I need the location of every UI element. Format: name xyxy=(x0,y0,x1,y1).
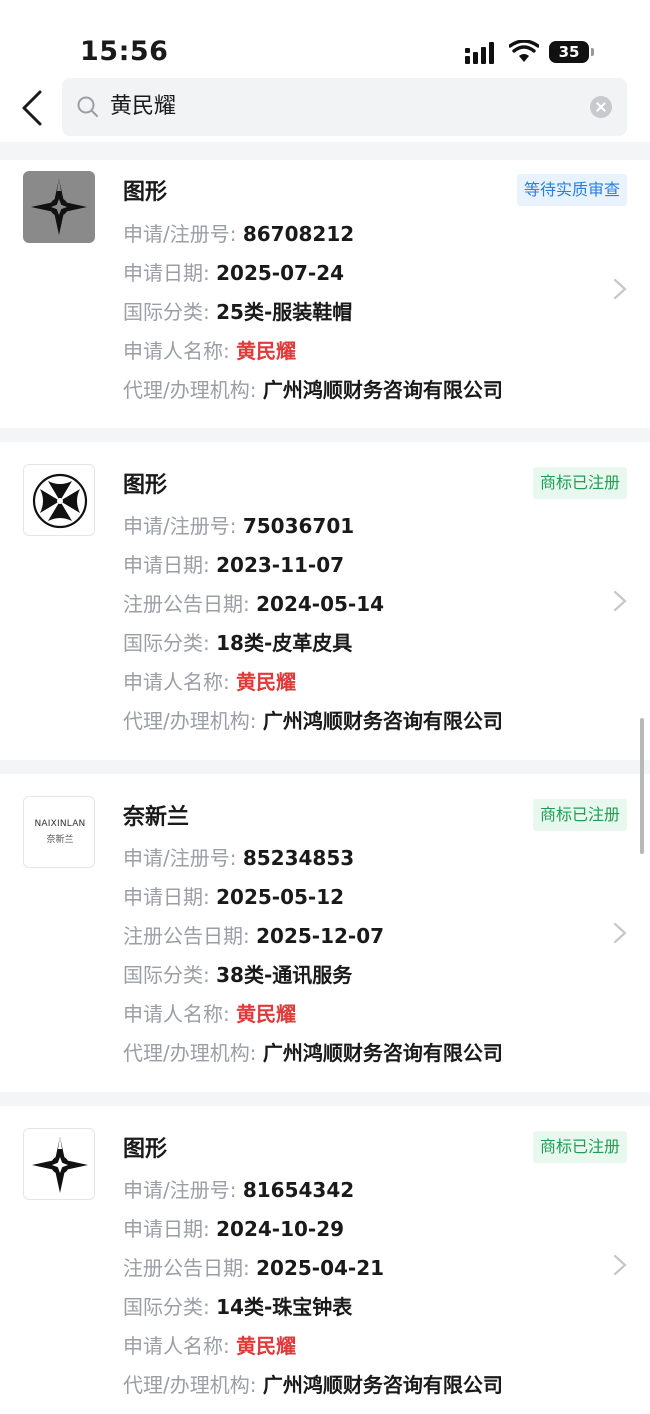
field-reg-number: 申请/注册号: 81654342 xyxy=(123,1178,355,1202)
trademark-name: 图形 xyxy=(123,473,168,498)
field-applicant: 申请人名称: 黄民耀 xyxy=(123,1334,297,1358)
card-divider xyxy=(0,760,650,774)
field-publish-date: 注册公告日期: 2025-12-07 xyxy=(123,924,385,948)
four-point-star-logo-icon xyxy=(31,179,87,235)
field-applicant: 申请人名称: 黄民耀 xyxy=(123,670,297,694)
status-icons: 35 xyxy=(465,38,595,68)
search-query[interactable]: 黄民耀 xyxy=(110,78,176,136)
field-agency: 代理/办理机构: 广州鸿顺财务咨询有限公司 xyxy=(123,1041,503,1065)
scrollbar[interactable] xyxy=(640,718,644,854)
battery-level: 35 xyxy=(558,43,580,61)
trademark-logo xyxy=(23,464,95,536)
wifi-icon xyxy=(509,40,539,62)
field-class: 国际分类: 25类-服装鞋帽 xyxy=(123,300,353,324)
trademark-logo xyxy=(23,1128,95,1200)
trademark-logo xyxy=(23,171,95,243)
battery-icon: 35 xyxy=(549,41,594,63)
field-class: 国际分类: 14类-珠宝钟表 xyxy=(123,1295,353,1319)
trademark-card[interactable]: 图形 商标已注册 申请/注册号: 81654342 申请日期: 2024-10-… xyxy=(0,1106,650,1414)
field-class: 国际分类: 38类-通讯服务 xyxy=(123,963,353,987)
trademark-name: 图形 xyxy=(123,1137,168,1162)
field-applicant: 申请人名称: 黄民耀 xyxy=(123,1002,297,1026)
chevron-right-icon[interactable] xyxy=(612,921,628,945)
trademark-name: 奈新兰 xyxy=(123,805,190,830)
status-badge: 等待实质审查 xyxy=(516,174,627,206)
status-badge: 商标已注册 xyxy=(532,1131,627,1163)
field-applicant: 申请人名称: 黄民耀 xyxy=(123,339,297,363)
logo-text-en: NAIXINLAN xyxy=(34,819,86,829)
search-header: 黄民耀 xyxy=(0,78,650,140)
field-reg-number: 申请/注册号: 86708212 xyxy=(123,222,355,246)
field-publish-date: 注册公告日期: 2024-05-14 xyxy=(123,592,385,616)
field-agency: 代理/办理机构: 广州鸿顺财务咨询有限公司 xyxy=(123,709,503,733)
field-reg-number: 申请/注册号: 75036701 xyxy=(123,514,355,538)
field-apply-date: 申请日期: 2025-07-24 xyxy=(123,261,345,285)
signal-icon xyxy=(465,42,494,64)
status-time: 15:56 xyxy=(80,36,169,67)
trademark-card[interactable]: 图形 商标已注册 申请/注册号: 75036701 申请日期: 2023-11-… xyxy=(0,442,650,760)
logo-text-cn: 奈新兰 xyxy=(46,835,74,845)
search-icon xyxy=(77,96,98,117)
status-badge: 商标已注册 xyxy=(532,799,627,831)
chevron-right-icon[interactable] xyxy=(612,589,628,613)
field-publish-date: 注册公告日期: 2025-04-21 xyxy=(123,1256,385,1280)
circle-four-petal-logo-icon xyxy=(32,473,88,529)
chevron-right-icon[interactable] xyxy=(612,1253,628,1277)
field-reg-number: 申请/注册号: 85234853 xyxy=(123,846,355,870)
search-input[interactable]: 黄民耀 xyxy=(62,78,627,136)
field-class: 国际分类: 18类-皮革皮具 xyxy=(123,631,353,655)
chevron-right-icon[interactable] xyxy=(612,277,628,301)
status-bar: 15:56 35 xyxy=(0,0,650,78)
field-apply-date: 申请日期: 2023-11-07 xyxy=(123,553,345,577)
trademark-name: 图形 xyxy=(123,180,168,205)
section-divider xyxy=(0,142,650,160)
trademark-card[interactable]: 图形 等待实质审查 申请/注册号: 86708212 申请日期: 2025-07… xyxy=(0,160,650,428)
card-divider xyxy=(0,1092,650,1106)
clear-search-icon[interactable] xyxy=(590,96,612,118)
field-apply-date: 申请日期: 2024-10-29 xyxy=(123,1217,345,1241)
back-arrow-icon[interactable] xyxy=(18,88,48,128)
card-divider xyxy=(0,428,650,442)
field-agency: 代理/办理机构: 广州鸿顺财务咨询有限公司 xyxy=(123,1373,503,1397)
four-point-star-logo-icon xyxy=(32,1137,88,1193)
status-badge: 商标已注册 xyxy=(532,467,627,499)
trademark-logo: NAIXINLAN 奈新兰 xyxy=(23,796,95,868)
field-agency: 代理/办理机构: 广州鸿顺财务咨询有限公司 xyxy=(123,378,503,402)
field-apply-date: 申请日期: 2025-05-12 xyxy=(123,885,345,909)
trademark-card[interactable]: NAIXINLAN 奈新兰 奈新兰 商标已注册 申请/注册号: 85234853… xyxy=(0,774,650,1092)
